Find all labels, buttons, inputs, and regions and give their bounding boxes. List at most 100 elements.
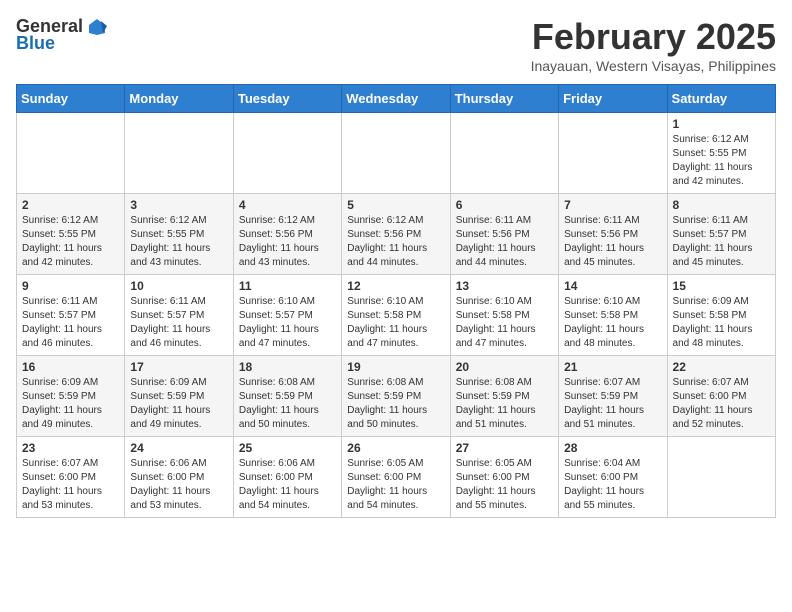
day-info: Sunrise: 6:10 AM Sunset: 5:58 PM Dayligh… (564, 295, 661, 351)
day-number: 27 (456, 441, 553, 455)
calendar-cell: 18Sunrise: 6:08 AM Sunset: 5:59 PM Dayli… (233, 356, 341, 437)
day-number: 23 (22, 441, 119, 455)
calendar-cell (233, 113, 341, 194)
calendar-cell: 10 Sunrise: 6:11 AM Sunset: 5:57 PM Dayli… (125, 275, 233, 356)
day-number: 10 (130, 279, 227, 293)
day-number: 8 (673, 198, 770, 212)
day-number: 3 (130, 198, 227, 212)
calendar-cell: 4 Sunrise: 6:12 AM Sunset: 5:56 PM Daylig… (233, 194, 341, 275)
day-info: Sunrise: 6:08 AM Sunset: 5:59 PM Dayligh… (347, 376, 444, 432)
calendar-cell: 21 Sunrise: 6:07 AM Sunset: 5:59 PM Dayli… (559, 356, 667, 437)
calendar-cell: 24 Sunrise: 6:06 AM Sunset: 6:00 PM Dayli… (125, 437, 233, 518)
day-info: Sunrise: 6:06 AM Sunset: 6:00 PM Dayligh… (130, 457, 227, 513)
title-section: February 2025 Inayauan, Western Visayas,… (531, 16, 776, 74)
day-number: 15 (673, 279, 770, 293)
calendar-cell: 16 Sunrise: 6:09 AM Sunset: 5:59 PM Dayli… (17, 356, 125, 437)
calendar-cell (17, 113, 125, 194)
calendar-cell: 11Sunrise: 6:10 AM Sunset: 5:57 PM Dayli… (233, 275, 341, 356)
logo-icon (87, 17, 107, 37)
calendar-header-row: SundayMondayTuesdayWednesdayThursdayFrid… (17, 85, 776, 113)
calendar-week-row: 23 Sunrise: 6:07 AM Sunset: 6:00 PM Dayli… (17, 437, 776, 518)
day-number: 28 (564, 441, 661, 455)
day-info: Sunrise: 6:11 AM Sunset: 5:57 PM Dayligh… (22, 295, 119, 351)
day-number: 26 (347, 441, 444, 455)
logo-blue-text: Blue (16, 33, 55, 54)
day-info: Sunrise: 6:09 AM Sunset: 5:59 PM Dayligh… (22, 376, 119, 432)
day-number: 5 (347, 198, 444, 212)
calendar-cell (125, 113, 233, 194)
day-number: 7 (564, 198, 661, 212)
calendar-cell: 26 Sunrise: 6:05 AM Sunset: 6:00 PM Dayli… (342, 437, 450, 518)
calendar-cell: 2Sunrise: 6:12 AM Sunset: 5:55 PM Daylig… (17, 194, 125, 275)
day-number: 20 (456, 360, 553, 374)
calendar-week-row: 1 Sunrise: 6:12 AM Sunset: 5:55 PM Daylig… (17, 113, 776, 194)
logo: General Blue (16, 16, 107, 54)
calendar-cell: 15 Sunrise: 6:09 AM Sunset: 5:58 PM Dayli… (667, 275, 775, 356)
calendar-cell: 22 Sunrise: 6:07 AM Sunset: 6:00 PM Dayli… (667, 356, 775, 437)
day-info: Sunrise: 6:06 AM Sunset: 6:00 PM Dayligh… (239, 457, 336, 513)
day-number: 6 (456, 198, 553, 212)
calendar-cell: 1 Sunrise: 6:12 AM Sunset: 5:55 PM Daylig… (667, 113, 775, 194)
day-number: 18 (239, 360, 336, 374)
day-info: Sunrise: 6:11 AM Sunset: 5:57 PM Dayligh… (130, 295, 227, 351)
calendar-cell (450, 113, 558, 194)
day-info: Sunrise: 6:10 AM Sunset: 5:57 PM Dayligh… (239, 295, 336, 351)
day-number: 14 (564, 279, 661, 293)
day-info: Sunrise: 6:12 AM Sunset: 5:55 PM Dayligh… (673, 133, 770, 189)
column-header-wednesday: Wednesday (342, 85, 450, 113)
calendar-cell: 7 Sunrise: 6:11 AM Sunset: 5:56 PM Daylig… (559, 194, 667, 275)
calendar-cell: 12 Sunrise: 6:10 AM Sunset: 5:58 PM Dayli… (342, 275, 450, 356)
day-number: 22 (673, 360, 770, 374)
day-info: Sunrise: 6:12 AM Sunset: 5:56 PM Dayligh… (239, 214, 336, 270)
day-info: Sunrise: 6:10 AM Sunset: 5:58 PM Dayligh… (347, 295, 444, 351)
day-info: Sunrise: 6:11 AM Sunset: 5:56 PM Dayligh… (564, 214, 661, 270)
calendar-cell: 17 Sunrise: 6:09 AM Sunset: 5:59 PM Dayli… (125, 356, 233, 437)
day-info: Sunrise: 6:07 AM Sunset: 5:59 PM Dayligh… (564, 376, 661, 432)
location-subtitle: Inayauan, Western Visayas, Philippines (531, 58, 776, 74)
calendar-cell (342, 113, 450, 194)
month-year-title: February 2025 (531, 16, 776, 58)
calendar-cell (559, 113, 667, 194)
day-info: Sunrise: 6:07 AM Sunset: 6:00 PM Dayligh… (673, 376, 770, 432)
calendar-cell: 14 Sunrise: 6:10 AM Sunset: 5:58 PM Dayli… (559, 275, 667, 356)
column-header-friday: Friday (559, 85, 667, 113)
calendar-cell: 6 Sunrise: 6:11 AM Sunset: 5:56 PM Daylig… (450, 194, 558, 275)
day-number: 24 (130, 441, 227, 455)
calendar-cell: 5 Sunrise: 6:12 AM Sunset: 5:56 PM Daylig… (342, 194, 450, 275)
day-number: 4 (239, 198, 336, 212)
day-info: Sunrise: 6:09 AM Sunset: 5:59 PM Dayligh… (130, 376, 227, 432)
calendar-cell: 3Sunrise: 6:12 AM Sunset: 5:55 PM Daylig… (125, 194, 233, 275)
day-number: 12 (347, 279, 444, 293)
day-info: Sunrise: 6:09 AM Sunset: 5:58 PM Dayligh… (673, 295, 770, 351)
calendar-week-row: 9Sunrise: 6:11 AM Sunset: 5:57 PM Daylig… (17, 275, 776, 356)
day-number: 1 (673, 117, 770, 131)
day-info: Sunrise: 6:11 AM Sunset: 5:56 PM Dayligh… (456, 214, 553, 270)
column-header-sunday: Sunday (17, 85, 125, 113)
calendar-cell: 23 Sunrise: 6:07 AM Sunset: 6:00 PM Dayli… (17, 437, 125, 518)
day-info: Sunrise: 6:12 AM Sunset: 5:56 PM Dayligh… (347, 214, 444, 270)
calendar-cell: 20 Sunrise: 6:08 AM Sunset: 5:59 PM Dayli… (450, 356, 558, 437)
calendar-week-row: 2Sunrise: 6:12 AM Sunset: 5:55 PM Daylig… (17, 194, 776, 275)
calendar-cell: 25 Sunrise: 6:06 AM Sunset: 6:00 PM Dayli… (233, 437, 341, 518)
day-info: Sunrise: 6:10 AM Sunset: 5:58 PM Dayligh… (456, 295, 553, 351)
column-header-saturday: Saturday (667, 85, 775, 113)
calendar-cell: 13Sunrise: 6:10 AM Sunset: 5:58 PM Dayli… (450, 275, 558, 356)
column-header-tuesday: Tuesday (233, 85, 341, 113)
day-number: 19 (347, 360, 444, 374)
day-number: 17 (130, 360, 227, 374)
day-info: Sunrise: 6:07 AM Sunset: 6:00 PM Dayligh… (22, 457, 119, 513)
column-header-monday: Monday (125, 85, 233, 113)
day-number: 21 (564, 360, 661, 374)
calendar-cell: 19 Sunrise: 6:08 AM Sunset: 5:59 PM Dayli… (342, 356, 450, 437)
day-info: Sunrise: 6:08 AM Sunset: 5:59 PM Dayligh… (456, 376, 553, 432)
day-number: 25 (239, 441, 336, 455)
day-info: Sunrise: 6:04 AM Sunset: 6:00 PM Dayligh… (564, 457, 661, 513)
calendar-cell: 28 Sunrise: 6:04 AM Sunset: 6:00 PM Dayli… (559, 437, 667, 518)
calendar-cell: 9Sunrise: 6:11 AM Sunset: 5:57 PM Daylig… (17, 275, 125, 356)
day-info: Sunrise: 6:05 AM Sunset: 6:00 PM Dayligh… (347, 457, 444, 513)
day-info: Sunrise: 6:11 AM Sunset: 5:57 PM Dayligh… (673, 214, 770, 270)
day-number: 16 (22, 360, 119, 374)
day-info: Sunrise: 6:12 AM Sunset: 5:55 PM Dayligh… (22, 214, 119, 270)
day-info: Sunrise: 6:05 AM Sunset: 6:00 PM Dayligh… (456, 457, 553, 513)
column-header-thursday: Thursday (450, 85, 558, 113)
